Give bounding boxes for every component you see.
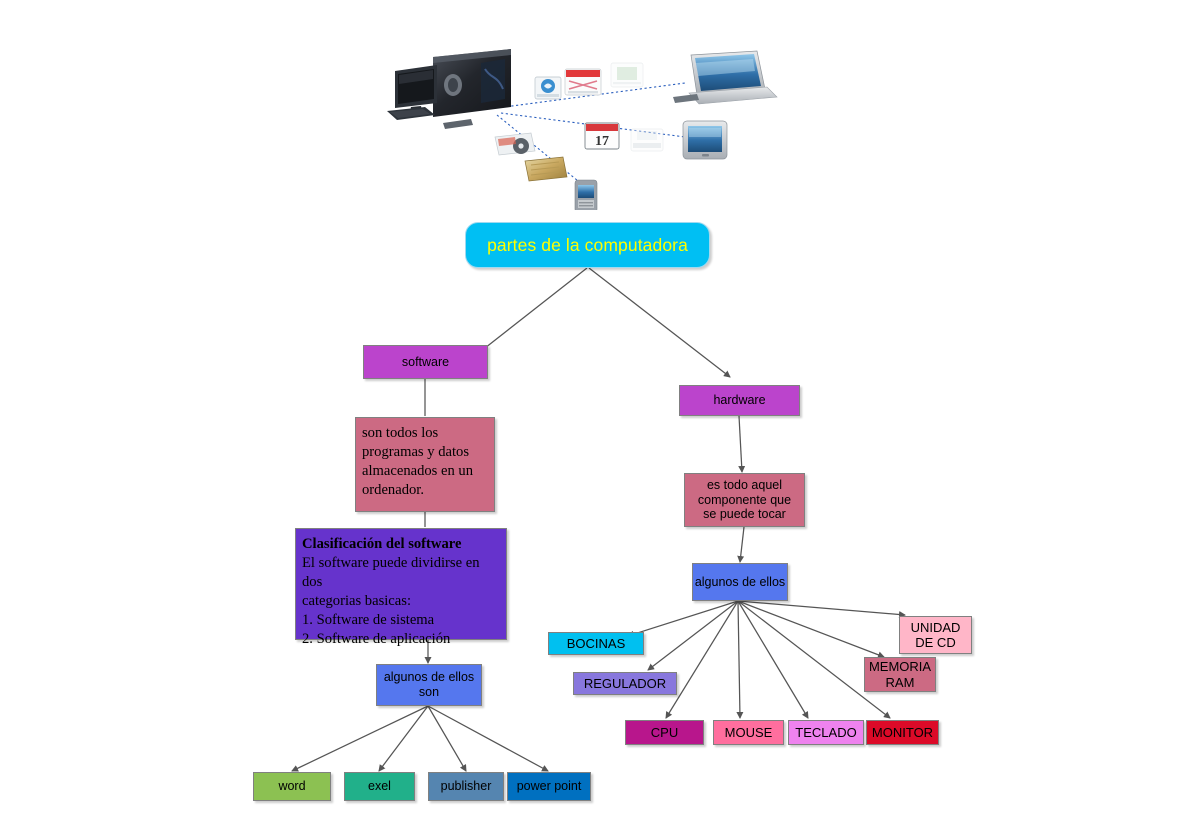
software-definition-line-1: son todos los <box>362 425 439 441</box>
node-component-unidad-de-cd-label: UNIDAD DE CD <box>910 619 961 650</box>
node-app-word[interactable]: word <box>253 772 331 801</box>
node-software-examples-header[interactable]: algunos de ellos son <box>376 664 482 706</box>
node-component-regulador[interactable]: REGULADOR <box>573 672 677 695</box>
software-definition-line-3: almacenados en un <box>362 462 474 479</box>
faded-icon <box>610 62 644 88</box>
node-component-teclado-label: TECLADO <box>795 724 857 740</box>
node-hardware-definition[interactable]: es todo aquel componente que se puede to… <box>684 473 805 527</box>
node-app-word-label: word <box>278 779 306 794</box>
node-component-unidad-de-cd[interactable]: UNIDAD DE CD <box>899 616 972 654</box>
node-app-publisher[interactable]: publisher <box>428 772 504 801</box>
software-classification-line-3: 1. Software de sistema <box>302 611 435 628</box>
node-app-exel[interactable]: exel <box>344 772 415 801</box>
node-component-bocinas[interactable]: BOCINAS <box>548 632 644 655</box>
computer-network-illustration: 17 <box>387 49 778 210</box>
laptop-icon <box>673 50 778 105</box>
node-component-memoria-ram-label: MEMORIA RAM <box>868 659 932 690</box>
node-root-title[interactable]: partes de la computadora <box>465 222 710 268</box>
desktop-pc-icon <box>387 49 511 129</box>
hardware-examples-label-text: algunos de ellos <box>694 574 786 589</box>
email-icon <box>534 76 562 100</box>
node-component-monitor[interactable]: MONITOR <box>866 720 939 745</box>
node-software-examples-header-label: algunos de ellos son <box>383 670 475 699</box>
node-component-bocinas-label: BOCINAS <box>566 635 626 651</box>
software-classification-line-4: 2. Software de aplicación <box>302 630 451 647</box>
node-component-cpu-label: CPU <box>650 724 679 740</box>
svg-text:17: 17 <box>595 134 609 149</box>
node-root-title-label: partes de la computadora <box>487 234 688 255</box>
node-app-publisher-label: publisher <box>440 779 492 794</box>
mindmap-canvas: 17 partes de la computadora software son… <box>0 0 1188 840</box>
node-app-power-point-label: power point <box>516 779 582 794</box>
node-software[interactable]: software <box>363 345 488 379</box>
node-software-label: software <box>401 354 450 369</box>
hardware-definition-line-2: componente que <box>697 492 792 507</box>
printer-icon <box>630 128 664 152</box>
node-component-mouse-label: MOUSE <box>724 724 773 740</box>
software-definition-line-4: ordenador. <box>362 481 425 498</box>
node-hardware[interactable]: hardware <box>679 385 800 416</box>
node-app-power-point[interactable]: power point <box>507 772 591 801</box>
pda-phone-icon <box>574 179 598 210</box>
hardware-definition-line-3: se puede tocar <box>703 507 786 522</box>
memory-card-icon <box>524 156 568 182</box>
node-component-mouse[interactable]: MOUSE <box>713 720 784 745</box>
node-software-definition[interactable]: son todos los programas y datos almacena… <box>355 417 495 512</box>
document-icon <box>564 68 602 96</box>
node-hardware-examples-header-label: algunos de ellos <box>695 575 785 590</box>
node-component-regulador-label: REGULADOR <box>583 675 667 691</box>
software-definition-line-2: programas y datos <box>362 443 469 460</box>
software-classification-line-2: categorias basicas: <box>302 592 411 609</box>
software-classification-heading: Clasificación del software <box>302 536 462 552</box>
node-app-exel-label: exel <box>368 779 391 794</box>
software-classification-line-1: El software puede dividirse en dos <box>302 554 480 590</box>
node-hardware-examples-header[interactable]: algunos de ellos <box>692 563 788 601</box>
node-software-classification[interactable]: Clasificación del software El software p… <box>295 528 507 647</box>
tablet-icon <box>682 120 728 160</box>
hardware-definition-line-1: es todo aquel <box>706 477 783 492</box>
node-component-teclado[interactable]: TECLADO <box>788 720 864 745</box>
node-component-cpu[interactable]: CPU <box>625 720 704 745</box>
node-hardware-definition-text: es todo aquel componente que se puede to… <box>698 478 791 522</box>
node-component-monitor-label: MONITOR <box>871 724 934 740</box>
calendar-17-icon: 17 <box>584 122 620 150</box>
node-component-memoria-ram[interactable]: MEMORIA RAM <box>864 657 936 692</box>
cd-media-icon <box>494 132 536 156</box>
node-hardware-label: hardware <box>713 393 766 408</box>
